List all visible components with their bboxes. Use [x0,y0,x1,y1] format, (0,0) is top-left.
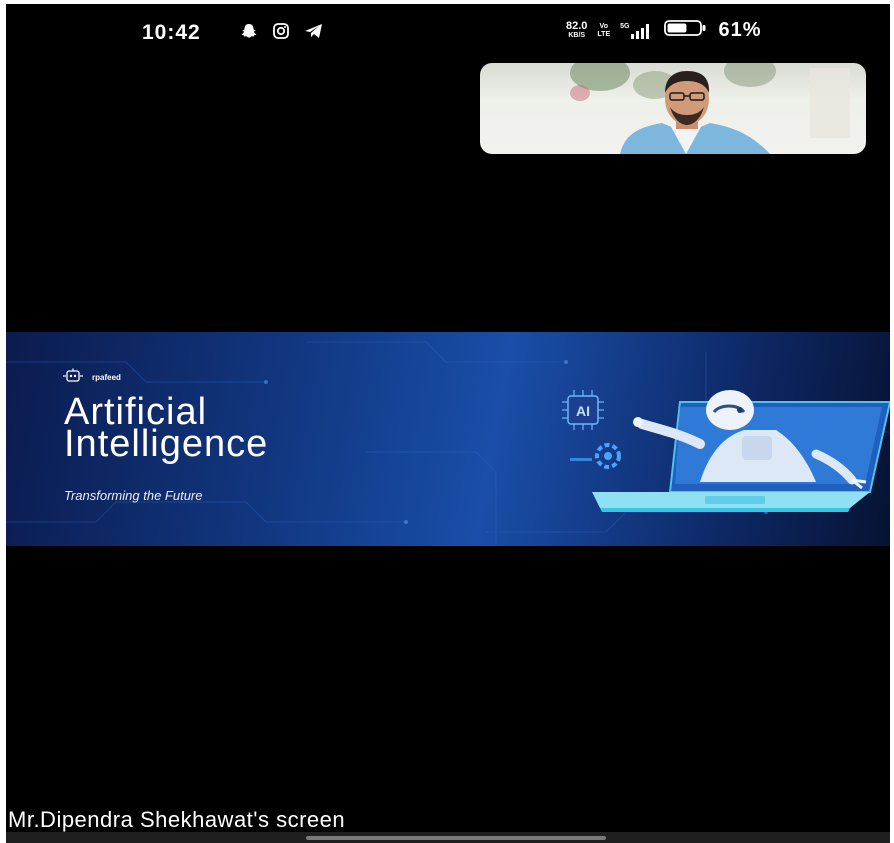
robot-logo-icon [62,368,84,386]
shared-screen-slide: rpafeed Artificial Intelligence Transfor… [6,332,890,546]
battery-percent: 61% [718,19,762,41]
status-bar: 10:42 82.0 KB/S Vo LTE 5G 61% [6,4,890,60]
phone-screen: 10:42 82.0 KB/S Vo LTE 5G 61% rpafeed Ar… [6,4,890,843]
lte-label: LTE [597,30,611,38]
slide-subtitle: Transforming the Future [64,488,203,503]
presenter-video-image [570,63,850,154]
network-speed-value: 82.0 [566,19,588,32]
volte-label: Vo [599,22,608,30]
ai-chip-label: AI [576,403,590,419]
signal-icon: 5G [620,23,654,39]
notification-icons [240,22,324,45]
slide-title: Artificial Intelligence [64,391,269,465]
gear-icon [570,443,621,469]
presenter-screen-caption: Mr.Dipendra Shekhawat's screen [8,807,346,832]
telegram-icon [304,22,324,45]
volte-indicator: Vo LTE [597,23,610,39]
ai-chip-icon: AI [562,390,604,430]
instagram-icon [272,22,290,45]
presenter-video-tile[interactable] [480,63,866,154]
system-indicators: 82.0 KB/S Vo LTE 5G 61% [566,19,762,42]
ai-robot-laptop-illustration: AI [562,390,890,512]
network-speed-unit: KB/S [568,31,586,39]
status-time: 10:42 [142,21,201,44]
network-type: 5G [620,22,630,30]
home-indicator[interactable] [306,836,606,840]
battery-icon [664,19,708,42]
slide-brand-name: rpafeed [92,372,121,382]
slide-brand: rpafeed [62,368,121,386]
snapchat-icon [240,22,258,45]
network-speed: 82.0 KB/S [566,19,588,40]
